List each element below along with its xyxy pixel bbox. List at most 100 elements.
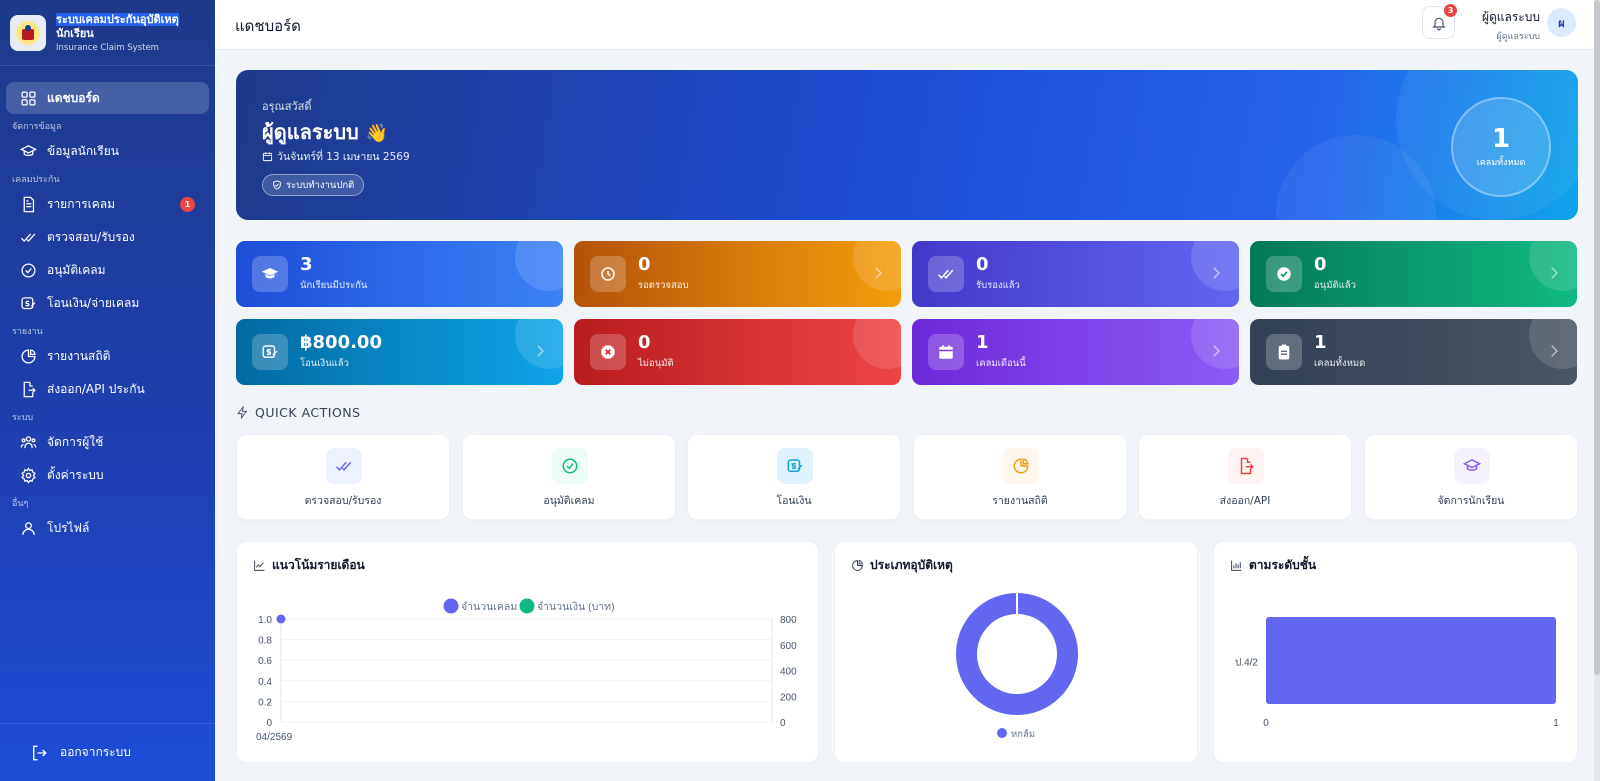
current-date: วันจันทร์ที่ 13 เมษายน 2569	[262, 148, 410, 165]
monthly-trend-chart: จำนวนเคลม จำนวนเงิน (บาท) 0 0.2 0.4 0.6 0.8 1.0…	[256, 598, 797, 743]
y-right-tick-label: 800	[780, 615, 797, 626]
clipboard-icon	[1266, 334, 1302, 370]
x-tick-label: 1	[1553, 718, 1559, 729]
y-left-tick-label: 0.2	[258, 697, 272, 708]
sidebar-item-dashboard[interactable]: แดชบอร์ด	[6, 82, 209, 114]
stat-transferred[interactable]: ฿800.00 โอนเงินแล้ว	[236, 319, 563, 385]
quick-action-transfer[interactable]: โอนเงิน	[687, 434, 901, 520]
money-transfer-icon	[252, 334, 288, 370]
sidebar-item-label: โอนเงิน/จ่ายเคลม	[47, 295, 140, 310]
logout-label: ออกจากระบบ	[60, 745, 131, 759]
chevron-right-icon	[1551, 267, 1559, 279]
x-circle-icon	[590, 334, 626, 370]
legend-label: จำนวนเคลม	[461, 601, 517, 613]
welcome-banner: อรุณสวัสดิ์ ผู้ดูแลระบบ 👋 วันจันทร์ที่ 1…	[236, 70, 1578, 220]
stat-claims-this-month[interactable]: 1 เคลมเดือนนี้	[912, 319, 1239, 385]
grade-level-card: ตามระดับชั้น 0 1 ป.4/2	[1213, 541, 1578, 763]
quick-action-approve[interactable]: อนุมัติเคลม	[462, 434, 676, 520]
x-tick-label: 04/2569	[256, 732, 293, 743]
notification-count-badge: 3	[1444, 4, 1457, 17]
y-left-tick-label: 0.6	[258, 656, 272, 667]
stat-value: ฿800.00	[300, 332, 382, 353]
legend-swatch	[519, 598, 535, 614]
brand-title-line2: นักเรียน	[56, 26, 94, 40]
sidebar-item-label: โปรไฟล์	[47, 520, 90, 535]
page-scrollbar[interactable]	[1594, 0, 1600, 781]
user-menu[interactable]: ผู้ดูแลระบบ ผู้ดูแลระบบ	[1482, 8, 1540, 43]
graduation-cap-icon	[1454, 448, 1490, 484]
y-right-tick-label: 0	[780, 718, 786, 729]
y-left-tick-label: 0.8	[258, 636, 272, 647]
quick-action-label: ตรวจสอบ/รับรอง	[304, 495, 382, 507]
graduation-cap-icon	[252, 256, 288, 292]
sidebar-item-label: ตั้งค่าระบบ	[47, 467, 104, 482]
quick-action-manage-students[interactable]: จัดการนักเรียน	[1364, 434, 1578, 520]
chevron-right-icon	[1213, 267, 1221, 279]
notifications-button[interactable]: 3	[1422, 4, 1457, 39]
stat-value: 3	[300, 254, 313, 275]
quick-action-review[interactable]: ตรวจสอบ/รับรอง	[236, 434, 450, 520]
quick-action-label: ส่งออก/API	[1219, 495, 1271, 507]
claim-count-badge: 1	[180, 197, 195, 212]
date-text: วันจันทร์ที่ 13 เมษายน 2569	[277, 151, 410, 163]
sidebar-item-report-stats[interactable]: รายงานสถิติ	[6, 340, 209, 372]
brand-subtitle: Insurance Claim System	[56, 42, 159, 53]
scrollbar-thumb[interactable]	[1594, 0, 1600, 675]
quick-action-label: โอนเงิน	[776, 495, 812, 507]
money-transfer-icon	[21, 296, 36, 309]
monthly-trend-card: แนวโน้มรายเดือน จำนวนเคลม จำนวนเงิน (บาท)…	[236, 541, 819, 763]
sidebar-item-label: รายงานสถิติ	[47, 348, 111, 363]
total-claims-value: 1	[1491, 124, 1511, 154]
sidebar-item-review[interactable]: ตรวจสอบ/รับรอง	[6, 221, 209, 253]
grade-level-chart: 0 1 ป.4/2	[1235, 617, 1559, 729]
stat-value: 0	[638, 254, 651, 275]
sidebar-item-profile[interactable]: โปรไฟล์	[6, 512, 209, 544]
y-right-tick-label: 400	[780, 667, 797, 678]
sidebar-item-approve[interactable]: อนุมัติเคลม	[6, 254, 209, 286]
nav-section-other: อื่นๆ	[12, 499, 29, 509]
legend-label: จำนวนเงิน (บาท)	[537, 601, 615, 613]
sidebar-item-users[interactable]: จัดการผู้ใช้	[6, 426, 209, 458]
sidebar-item-students[interactable]: ข้อมูลนักเรียน	[6, 135, 209, 167]
chevron-right-icon	[1213, 345, 1221, 357]
file-export-icon	[23, 381, 36, 397]
y-left-tick-label: 0	[266, 718, 272, 729]
stat-value: 0	[976, 254, 989, 275]
total-claims-circle: 1 เคลมทั้งหมด	[1451, 97, 1551, 197]
stat-total-claims[interactable]: 1 เคลมทั้งหมด	[1250, 319, 1577, 385]
sidebar-item-settings[interactable]: ตั้งค่าระบบ	[6, 459, 209, 491]
stat-certified[interactable]: 0 รับรองแล้ว	[912, 241, 1239, 307]
quick-action-label: จัดการนักเรียน	[1437, 495, 1505, 507]
chevron-right-icon	[1551, 345, 1559, 357]
file-export-icon	[1228, 448, 1264, 484]
money-transfer-icon	[777, 448, 813, 484]
quick-action-export-api[interactable]: ส่งออก/API	[1138, 434, 1352, 520]
bell-icon	[1431, 17, 1446, 30]
sidebar-item-export-api[interactable]: ส่งออก/API ประกัน	[6, 373, 209, 405]
stat-approved[interactable]: 0 อนุมัติแล้ว	[1250, 241, 1577, 307]
stat-value: 1	[1314, 332, 1327, 353]
stat-insured-students: 3 นักเรียนมีประกัน	[236, 241, 563, 307]
stat-label: นักเรียนมีประกัน	[300, 280, 368, 291]
sidebar-item-transfer[interactable]: โอนเงิน/จ่ายเคลม	[6, 287, 209, 319]
welcome-user-name: ผู้ดูแลระบบ	[262, 120, 359, 144]
stat-label: อนุมัติแล้ว	[1314, 280, 1356, 291]
user-icon	[22, 521, 35, 535]
welcome-name: ผู้ดูแลระบบ 👋	[262, 116, 388, 148]
data-point-claims	[276, 614, 286, 624]
legend-label: หกล้ม	[1011, 729, 1035, 740]
logout-button[interactable]: ออกจากระบบ	[0, 723, 215, 781]
stat-rejected[interactable]: 0 ไม่อนุมัติ	[574, 319, 901, 385]
bar	[1266, 617, 1556, 704]
chevron-right-icon	[537, 345, 545, 357]
logout-icon	[33, 745, 47, 760]
avatar[interactable]: ผ	[1547, 8, 1576, 37]
y-right-tick-label: 200	[780, 692, 797, 703]
sidebar-item-label: จัดการผู้ใช้	[47, 434, 104, 449]
quick-action-report-stats[interactable]: รายงานสถิติ	[913, 434, 1127, 520]
topbar: แดชบอร์ด 3 ผู้ดูแลระบบ ผู้ดูแลระบบ ผ	[215, 0, 1600, 50]
sidebar-item-claim-list[interactable]: รายการเคลม 1	[6, 188, 209, 220]
stat-pending-review[interactable]: 0 รอตรวจสอบ	[574, 241, 901, 307]
system-status-badge: ระบบทำงานปกติ	[262, 174, 365, 196]
sidebar-item-label: แดชบอร์ด	[47, 90, 100, 105]
